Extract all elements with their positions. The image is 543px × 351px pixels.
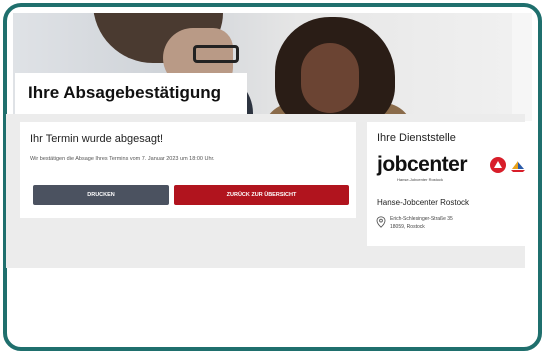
office-street: Erich-Schlesinger-Straße 35 <box>390 216 453 222</box>
office-name: Hanse-Jobcenter Rostock <box>377 198 470 207</box>
location-pin-icon <box>376 216 386 228</box>
logo-subtext: Hanse-Jobcenter Rostock <box>397 177 444 182</box>
office-heading: Ihre Dienststelle <box>377 132 456 144</box>
cancellation-card: Ihr Termin wurde abgesagt! Wir bestätige… <box>20 122 356 218</box>
cancellation-heading: Ihr Termin wurde abgesagt! <box>30 133 164 145</box>
print-button[interactable]: DRUCKEN <box>33 185 169 205</box>
office-card: Ihre Dienststelle jobcenter Hanse-Jobcen… <box>367 122 535 246</box>
jobcenter-logo: jobcenter Hanse-Jobcenter Rostock <box>377 153 527 183</box>
jobcenter-arrow-icon <box>490 157 506 173</box>
office-city: 18059, Rostock <box>390 224 425 230</box>
logo-text: jobcenter <box>377 153 468 176</box>
ship-logo-icon <box>511 161 525 172</box>
cancellation-message: Wir bestätigen die Absage Ihres Termins … <box>30 156 215 162</box>
page-title: Ihre Absagebestätigung <box>28 83 222 102</box>
back-to-overview-button[interactable]: ZURÜCK ZUR ÜBERSICHT <box>174 185 349 205</box>
page-title-box: Ihre Absagebestätigung <box>15 73 247 115</box>
